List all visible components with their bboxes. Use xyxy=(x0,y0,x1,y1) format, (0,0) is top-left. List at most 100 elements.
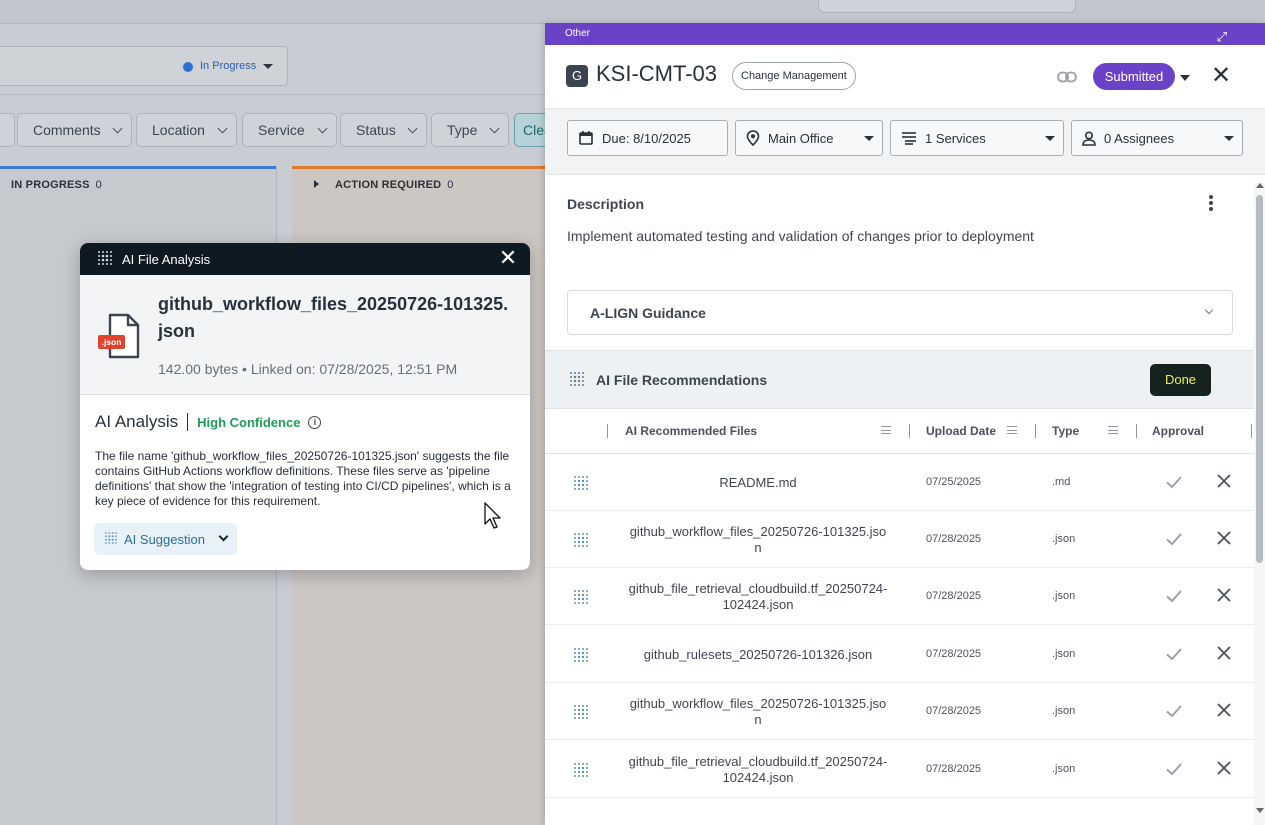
person-icon xyxy=(1082,130,1096,146)
chevron-down-icon xyxy=(112,123,123,134)
type-cell: .json xyxy=(1052,763,1076,775)
search-box[interactable] xyxy=(818,0,1076,13)
caret-down-icon[interactable] xyxy=(1180,75,1190,81)
scroll-down-icon[interactable] xyxy=(1256,808,1264,813)
ai-sparkle-icon xyxy=(573,589,589,610)
confidence-badge: High Confidence xyxy=(197,414,301,430)
calendar-icon xyxy=(578,130,594,146)
ai-sparkle-icon xyxy=(96,249,114,270)
reject-x-icon[interactable] xyxy=(1216,760,1232,781)
due-date-button[interactable]: Due: 8/10/2025 xyxy=(567,120,728,156)
column-divider[interactable] xyxy=(1035,424,1036,438)
type-cell: .json xyxy=(1052,590,1076,602)
type-cell: .json xyxy=(1052,705,1076,717)
column-title: IN PROGRESS xyxy=(11,179,90,191)
services-select[interactable]: 1 Services xyxy=(890,120,1064,156)
table-row[interactable]: github_workflow_files_20250726-101325.js… xyxy=(545,511,1255,568)
status-select[interactable]: In Progress xyxy=(0,46,288,86)
filter-service[interactable]: Service xyxy=(242,113,337,147)
filter-partial[interactable] xyxy=(0,113,15,147)
approve-check-icon[interactable] xyxy=(1165,587,1183,610)
analysis-label: AI Analysis xyxy=(95,412,179,431)
status-badge[interactable]: Submitted xyxy=(1093,63,1175,90)
table-header-row: AI Recommended Files Upload Date Type Ap… xyxy=(545,409,1255,454)
column-menu-icon[interactable] xyxy=(1108,426,1118,434)
column-header-approval[interactable]: Approval xyxy=(1152,424,1204,438)
requirement-id: KSI-CMT-03 xyxy=(596,61,718,86)
location-label: Main Office xyxy=(768,130,834,146)
top-bar xyxy=(0,0,1265,24)
link-icon[interactable] xyxy=(1057,70,1077,88)
reject-x-icon[interactable] xyxy=(1216,473,1232,494)
table-row[interactable]: github_file_retrieval_cloudbuild.tf_2025… xyxy=(545,741,1255,798)
location-select[interactable]: Main Office xyxy=(735,120,883,156)
filter-location[interactable]: Location xyxy=(136,113,237,147)
ai-suggestion-label: AI Suggestion xyxy=(124,531,205,547)
file-name-cell[interactable]: github_file_retrieval_cloudbuild.tf_2025… xyxy=(627,741,889,798)
reject-x-icon[interactable] xyxy=(1216,587,1232,608)
approve-check-icon[interactable] xyxy=(1165,645,1183,668)
close-panel-icon[interactable]: ✕ xyxy=(1211,63,1231,89)
file-name-cell[interactable]: github_workflow_files_20250726-101325.js… xyxy=(627,511,889,568)
filter-status[interactable]: Status xyxy=(340,113,427,147)
approve-check-icon[interactable] xyxy=(1165,760,1183,783)
info-icon[interactable]: i xyxy=(308,415,322,429)
services-label: 1 Services xyxy=(925,130,986,146)
table-row[interactable]: github_rulesets_20250726-101326.json 07/… xyxy=(545,626,1255,683)
column-divider[interactable] xyxy=(1251,424,1252,438)
guidance-accordion[interactable]: A-LIGN Guidance xyxy=(567,290,1233,335)
chevron-down-icon xyxy=(218,531,229,542)
filter-label: Status xyxy=(356,122,396,138)
ai-suggestion-dropdown[interactable]: AI Suggestion xyxy=(94,523,237,555)
location-pin-icon xyxy=(746,130,760,146)
guidance-title: A-LIGN Guidance xyxy=(590,305,706,321)
category-pill[interactable]: Change Management xyxy=(732,62,856,90)
column-header-upload-date[interactable]: Upload Date xyxy=(926,424,996,438)
json-file-icon: .json xyxy=(98,313,142,359)
reject-x-icon[interactable] xyxy=(1216,530,1232,551)
upload-date-cell: 07/28/2025 xyxy=(926,590,982,602)
done-button[interactable]: Done xyxy=(1150,364,1211,396)
divider xyxy=(187,413,189,431)
column-header-type[interactable]: Type xyxy=(1052,424,1079,438)
column-header[interactable]: ACTION REQUIRED 0 xyxy=(314,179,454,191)
table-row[interactable]: github_file_retrieval_cloudbuild.tf_2025… xyxy=(545,568,1255,625)
approve-check-icon[interactable] xyxy=(1165,530,1183,553)
file-name-cell[interactable]: README.md xyxy=(627,454,889,511)
column-menu-icon[interactable] xyxy=(1007,426,1017,434)
panel-category-label: Other xyxy=(565,28,591,39)
approve-check-icon[interactable] xyxy=(1165,702,1183,725)
modal-header: AI File Analysis xyxy=(80,243,530,275)
table-row[interactable]: README.md 07/25/2025 .md xyxy=(545,454,1255,511)
column-divider[interactable] xyxy=(1136,424,1137,438)
file-summary: .json github_workflow_files_20250726-101… xyxy=(80,275,530,395)
column-header-files[interactable]: AI Recommended Files xyxy=(625,424,757,438)
ai-sparkle-icon xyxy=(573,647,589,668)
reject-x-icon[interactable] xyxy=(1216,645,1232,666)
type-cell: .json xyxy=(1052,533,1076,545)
scrollbar-thumb[interactable] xyxy=(1256,195,1263,563)
filter-type[interactable]: Type xyxy=(431,113,509,147)
description-text: Implement automated testing and validati… xyxy=(567,228,1034,244)
column-menu-icon[interactable] xyxy=(881,426,891,434)
analysis-heading: AI Analysis High Confidence i xyxy=(95,412,322,432)
file-name-cell[interactable]: github_workflow_files_20250726-101325.js… xyxy=(627,683,889,740)
more-options-icon[interactable] xyxy=(1208,195,1214,213)
description-title: Description xyxy=(567,196,645,212)
table-row[interactable]: github_workflow_files_20250726-101325.js… xyxy=(545,683,1255,740)
column-header: IN PROGRESS 0 xyxy=(11,179,102,191)
close-icon[interactable]: ✕ xyxy=(498,247,518,269)
framework-badge: G xyxy=(566,65,588,87)
filter-comments[interactable]: Comments xyxy=(17,113,132,147)
column-divider[interactable] xyxy=(909,424,910,438)
status-dot-icon xyxy=(183,62,193,72)
approve-check-icon[interactable] xyxy=(1165,473,1183,496)
scroll-up-icon[interactable] xyxy=(1256,183,1264,188)
file-name-cell[interactable]: github_rulesets_20250726-101326.json xyxy=(627,626,889,683)
column-title: ACTION REQUIRED xyxy=(335,179,442,191)
file-name-cell[interactable]: github_file_retrieval_cloudbuild.tf_2025… xyxy=(627,568,889,625)
reject-x-icon[interactable] xyxy=(1216,702,1232,723)
assignees-select[interactable]: 0 Assignees xyxy=(1071,120,1243,156)
column-count: 0 xyxy=(447,179,454,191)
column-divider[interactable] xyxy=(607,424,608,438)
